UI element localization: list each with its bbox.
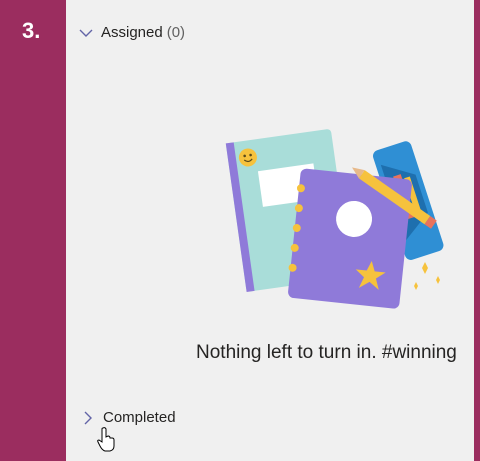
assigned-label: Assigned: [101, 24, 163, 41]
step-number: 3.: [22, 18, 41, 43]
assigned-section-toggle[interactable]: Assigned (0): [78, 24, 185, 41]
chevron-down-icon: [79, 29, 93, 37]
empty-state-message: Nothing left to turn in. #winning: [196, 342, 457, 363]
assigned-count: (0): [166, 24, 186, 41]
frame-edge: [474, 0, 480, 461]
hand-pointer-icon: [97, 427, 115, 452]
completed-label: Completed: [103, 409, 176, 426]
chevron-right-icon: [84, 411, 92, 424]
assignments-panel: Assigned (0) Nothing left to turn in. #w…: [66, 0, 474, 461]
completed-section-toggle[interactable]: Completed: [80, 409, 176, 426]
notebooks-pencils-illustration: [225, 129, 444, 309]
